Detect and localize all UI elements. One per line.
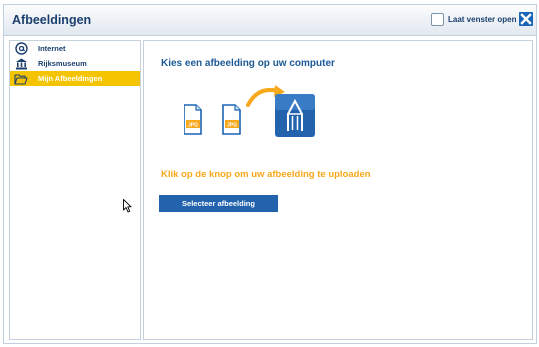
sidebar-item-label: Rijksmuseum <box>38 59 87 68</box>
museum-icon <box>14 57 28 70</box>
sidebar-item-internet[interactable]: Internet <box>10 41 140 56</box>
sidebar-item-label: Internet <box>38 44 66 53</box>
keep-window-open-option[interactable]: Laat venster open <box>431 13 516 26</box>
close-button[interactable] <box>519 12 533 26</box>
close-icon <box>520 13 532 25</box>
window-title: Afbeeldingen <box>12 13 92 27</box>
upload-instruction: Klik op de knop om uw afbeelding te uplo… <box>161 169 371 180</box>
jpg-file-icon: JPG <box>184 104 202 135</box>
sidebar-item-rijksmuseum[interactable]: Rijksmuseum <box>10 56 140 71</box>
jpg-file-icon: JPG <box>222 104 241 135</box>
file-type-badge: JPG <box>188 123 198 129</box>
title-bar: Afbeeldingen Laat venster open <box>4 5 536 36</box>
keep-open-label[interactable]: Laat venster open <box>448 15 516 24</box>
file-type-badge: JPG <box>227 123 237 129</box>
mouse-cursor-icon <box>123 199 132 213</box>
select-image-button[interactable]: Selecteer afbeelding <box>159 195 278 212</box>
main-panel: Kies een afbeelding op uw computer JPG J… <box>143 40 533 340</box>
image-dialog: Afbeeldingen Laat venster open Internet <box>3 4 537 344</box>
source-sidebar: Internet Rijksmuseum Mijn Afbeeldingen <box>9 40 141 340</box>
computer-upload-icon <box>275 94 315 137</box>
sidebar-item-mijn-afbeeldingen[interactable]: Mijn Afbeeldingen <box>10 71 140 86</box>
keep-open-checkbox[interactable] <box>431 13 444 26</box>
upload-illustration: JPG JPG <box>184 85 315 137</box>
folder-open-icon <box>14 72 28 85</box>
at-sign-icon <box>14 42 28 55</box>
sidebar-item-label: Mijn Afbeeldingen <box>38 74 103 83</box>
panel-heading: Kies een afbeelding op uw computer <box>161 58 335 69</box>
